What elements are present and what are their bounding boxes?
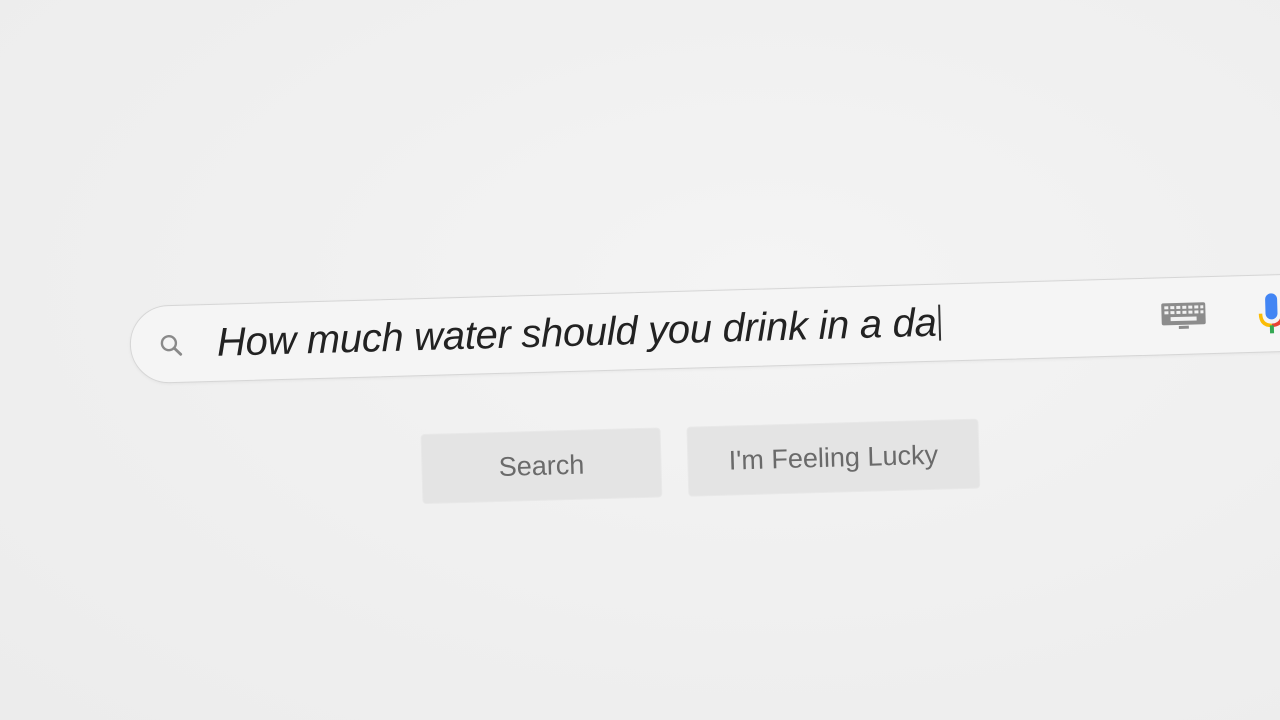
search-icon: [159, 333, 184, 358]
search-scene: How much water should you drink in a da: [0, 0, 1280, 720]
search-box[interactable]: How much water should you drink in a da: [128, 272, 1280, 385]
search-query-text: How much water should you drink in a da: [216, 300, 938, 365]
search-input[interactable]: How much water should you drink in a da: [216, 299, 941, 367]
keyboard-icon[interactable]: [1160, 301, 1207, 330]
text-caret: [937, 304, 941, 341]
microphone-icon[interactable]: [1256, 291, 1280, 338]
feeling-lucky-button[interactable]: I'm Feeling Lucky: [686, 418, 981, 497]
search-page: How much water should you drink in a da: [0, 0, 1280, 720]
search-button[interactable]: Search: [420, 427, 663, 505]
